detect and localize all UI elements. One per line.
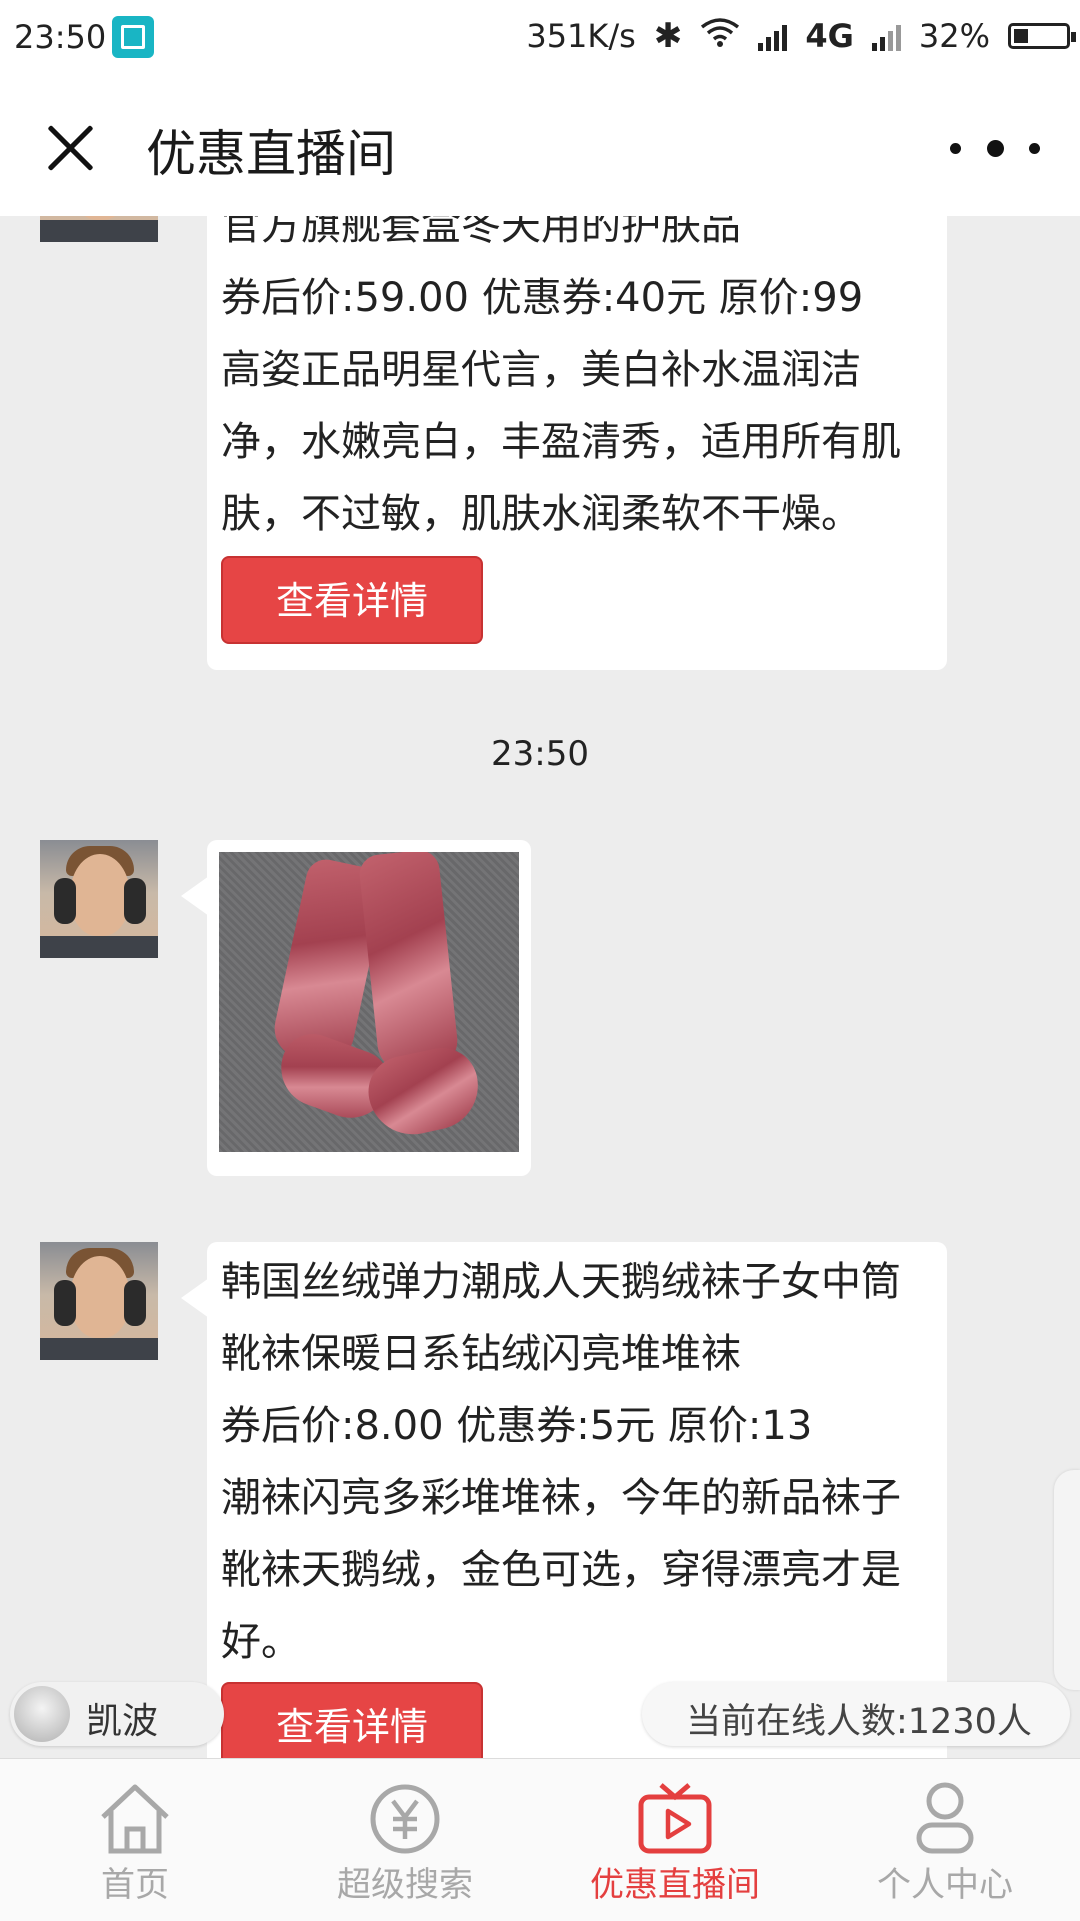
product-description: 高姿正品明星代言，美白补水温润洁净，水嫩亮白，丰盈清秀，适用所有肌肤，不过敏，肌…	[221, 347, 901, 537]
product-price: 券后价:59.00 优惠券:40元 原价:99	[221, 275, 864, 321]
product-description: 潮袜闪亮多彩堆堆袜，今年的新品袜子靴袜天鹅绒，金色可选，穿得漂亮才是好。	[221, 1475, 901, 1665]
more-options-icon[interactable]	[950, 136, 1040, 160]
battery-icon	[1008, 23, 1076, 49]
side-drawer-handle[interactable]	[1054, 1470, 1080, 1690]
message-bubble-image[interactable]	[181, 840, 531, 1176]
avatar[interactable]	[40, 840, 158, 958]
tab-label: 超级搜索	[337, 1865, 473, 1905]
viewer-pill: 凯波	[10, 1682, 224, 1746]
message-timestamp: 23:50	[491, 734, 589, 774]
tab-home[interactable]: 首页	[0, 1759, 270, 1921]
avatar[interactable]	[40, 216, 158, 242]
battery-percent: 32%	[918, 17, 990, 55]
chat-list[interactable]: 官方旗舰套盒冬天用的护肤品 券后价:59.00 优惠券:40元 原价:99 高姿…	[0, 216, 1080, 1758]
viewer-avatar	[14, 1686, 70, 1742]
tab-live-room[interactable]: 优惠直播间	[540, 1759, 810, 1921]
page-header: 优惠直播间	[0, 78, 1080, 216]
bottom-tab-bar: 首页 超级搜索 优惠直播间 个人中心	[0, 1758, 1080, 1921]
user-icon	[905, 1781, 985, 1857]
home-icon	[95, 1781, 175, 1857]
tv-play-icon	[635, 1781, 715, 1857]
view-details-button[interactable]: 查看详情	[221, 556, 483, 644]
avatar[interactable]	[40, 1242, 158, 1360]
network-type: 4G	[805, 17, 854, 55]
signal-icon	[758, 21, 788, 51]
message-bubble-product-2: 韩国丝绒弹力潮成人天鹅绒袜子女中筒靴袜保暖日系钻绒闪亮堆堆袜 券后价:8.00 …	[181, 1242, 947, 1758]
online-count-pill: 当前在线人数:1230人	[642, 1682, 1070, 1746]
yuan-search-icon	[365, 1781, 445, 1857]
signal-icon-2	[871, 21, 901, 51]
product-image[interactable]	[219, 852, 519, 1152]
status-time: 23:50	[14, 18, 107, 56]
close-icon[interactable]	[40, 118, 100, 178]
bluetooth-icon: ✱	[653, 16, 683, 56]
product-price: 券后价:8.00 优惠券:5元 原价:13	[221, 1403, 813, 1449]
viewer-name: 凯波	[86, 1701, 159, 1742]
tab-label: 首页	[101, 1865, 169, 1905]
status-right: 351K/s ✱ 4G 32%	[526, 16, 1076, 56]
screenshot-icon	[112, 16, 154, 58]
tab-super-search[interactable]: 超级搜索	[270, 1759, 540, 1921]
page-title: 优惠直播间	[146, 125, 396, 183]
wifi-icon	[700, 17, 740, 55]
tab-label: 个人中心	[877, 1865, 1013, 1905]
network-speed: 351K/s	[526, 17, 636, 55]
view-details-button[interactable]: 查看详情	[221, 1682, 483, 1758]
tab-profile[interactable]: 个人中心	[810, 1759, 1080, 1921]
status-bar: 23:50 351K/s ✱ 4G 32%	[0, 0, 1080, 78]
product-title: 韩国丝绒弹力潮成人天鹅绒袜子女中筒靴袜保暖日系钻绒闪亮堆堆袜	[221, 1259, 901, 1377]
product-title: 官方旗舰套盒冬天用的护肤品	[221, 216, 741, 249]
online-count: 当前在线人数:1230人	[686, 1702, 1032, 1742]
tab-label: 优惠直播间	[590, 1865, 760, 1905]
message-bubble-product-1: 官方旗舰套盒冬天用的护肤品 券后价:59.00 优惠券:40元 原价:99 高姿…	[207, 216, 947, 670]
